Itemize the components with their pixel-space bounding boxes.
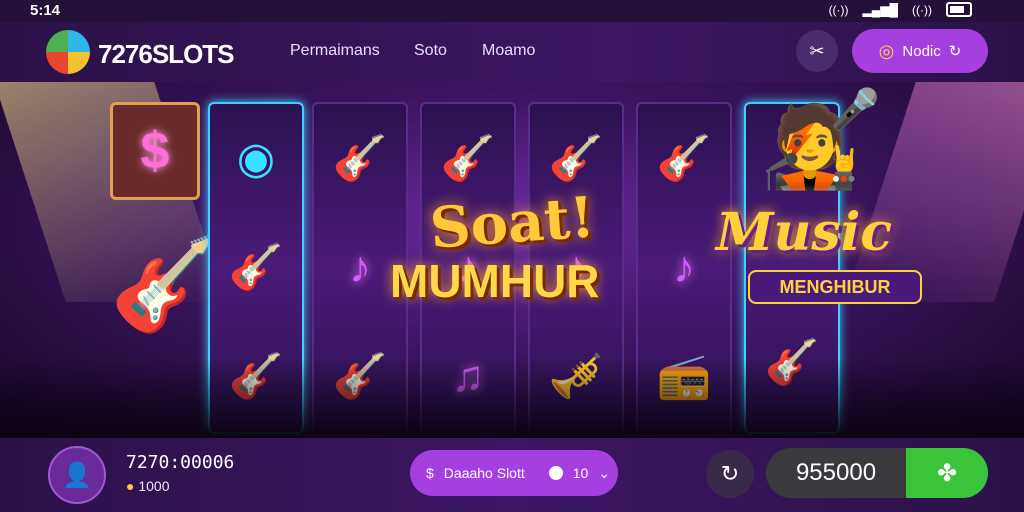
balance-value: 7270:00006 [126,452,235,473]
status-bar: 5:14 ((·)) ▂▄▆█ ((·)) [0,0,1024,22]
status-time: 5:14 [30,2,61,19]
dollar-icon: $ [426,465,434,481]
bet-amount-display: 955000 [766,448,906,498]
nav-link-permaimans[interactable]: Permaimans [290,42,380,60]
crowd-silhouette [0,358,1024,438]
chevron-down-icon: ⌄ [598,464,611,481]
guitar-player-icon: 🎸 [656,133,712,183]
battery-icon [946,2,972,17]
top-header: 7276SLOTS Permaimans Soto Moamo ✂ ◎ Nodi… [0,22,1024,82]
wifi-icon: ((·)) [912,2,932,17]
nav-link-moamo[interactable]: Moamo [482,42,535,60]
guitar-icon: 🎸 [440,133,496,183]
refresh-icon: ↻ [720,461,740,486]
scissors-icon: ✂ [809,40,825,61]
side-guitar-icon: 🎸 [110,235,223,335]
guitar-icon: 🎸 [332,133,388,183]
coin-count: ● 1000 [126,478,170,494]
coin-value: 1000 [138,478,170,494]
music-title: Music [716,202,893,263]
slot-selector-button[interactable]: $ Daaaho Slott 10 ⌄ [410,450,618,496]
nav-link-soto[interactable]: Soto [414,42,447,60]
music-note-icon: ♪ [349,242,371,292]
music-subtitle-badge: MENGHIBUR [748,270,922,304]
disk-icon: ◉ [236,133,276,183]
mode-label: Nodic [902,42,941,60]
slot-selector-label: Daaaho Slott [443,465,525,481]
slot-selector-value: 10 [572,465,589,481]
user-icon: 👤 [62,461,92,489]
guitar-icon: 🎸 [228,242,284,292]
autoplay-button[interactable]: ↻ [706,450,754,498]
toggle-dot-icon [548,466,563,480]
game-title: Soat! [427,184,597,262]
dollar-symbol-tile: $ [110,102,200,200]
signal-icon: ▂▄▆█ [862,2,899,17]
game-subtitle: MUMHUR [390,255,600,307]
clover-icon: ✤ [936,459,958,487]
bottom-bar: 👤 7270:00006 ● 1000 $ Daaaho Slott 10 ⌄ … [0,438,1024,512]
guitar-icon: 🎸 [548,133,604,183]
brand-name: 7276SLOTS [98,39,235,69]
status-icons: ((·)) ▂▄▆█ ((·)) [829,2,972,17]
refresh-icon: ↻ [948,43,962,60]
wifi-icon: ((·)) [828,2,849,17]
brand-logo[interactable] [46,30,90,74]
coin-icon: ● [126,478,135,494]
spiral-icon: ◎ [878,40,895,61]
music-note-icon: ♪ [673,242,695,292]
spin-button[interactable]: ✤ [906,448,988,498]
avatar[interactable]: 👤 [48,446,106,504]
microphone-icon: 🎤 [830,88,880,132]
mode-button[interactable]: ◎ Nodic ↻ [852,29,988,73]
game-stage[interactable]: $ 🎸 ◉ 🎸 🎸 🎸 ♪ 🎸 🎸 ♪ ♫ 🎸 ♪ 🎺 🎸 ♪ 📻 🎸 🧑‍🎤 … [0,82,1024,438]
tool-button[interactable]: ✂ [796,30,838,72]
